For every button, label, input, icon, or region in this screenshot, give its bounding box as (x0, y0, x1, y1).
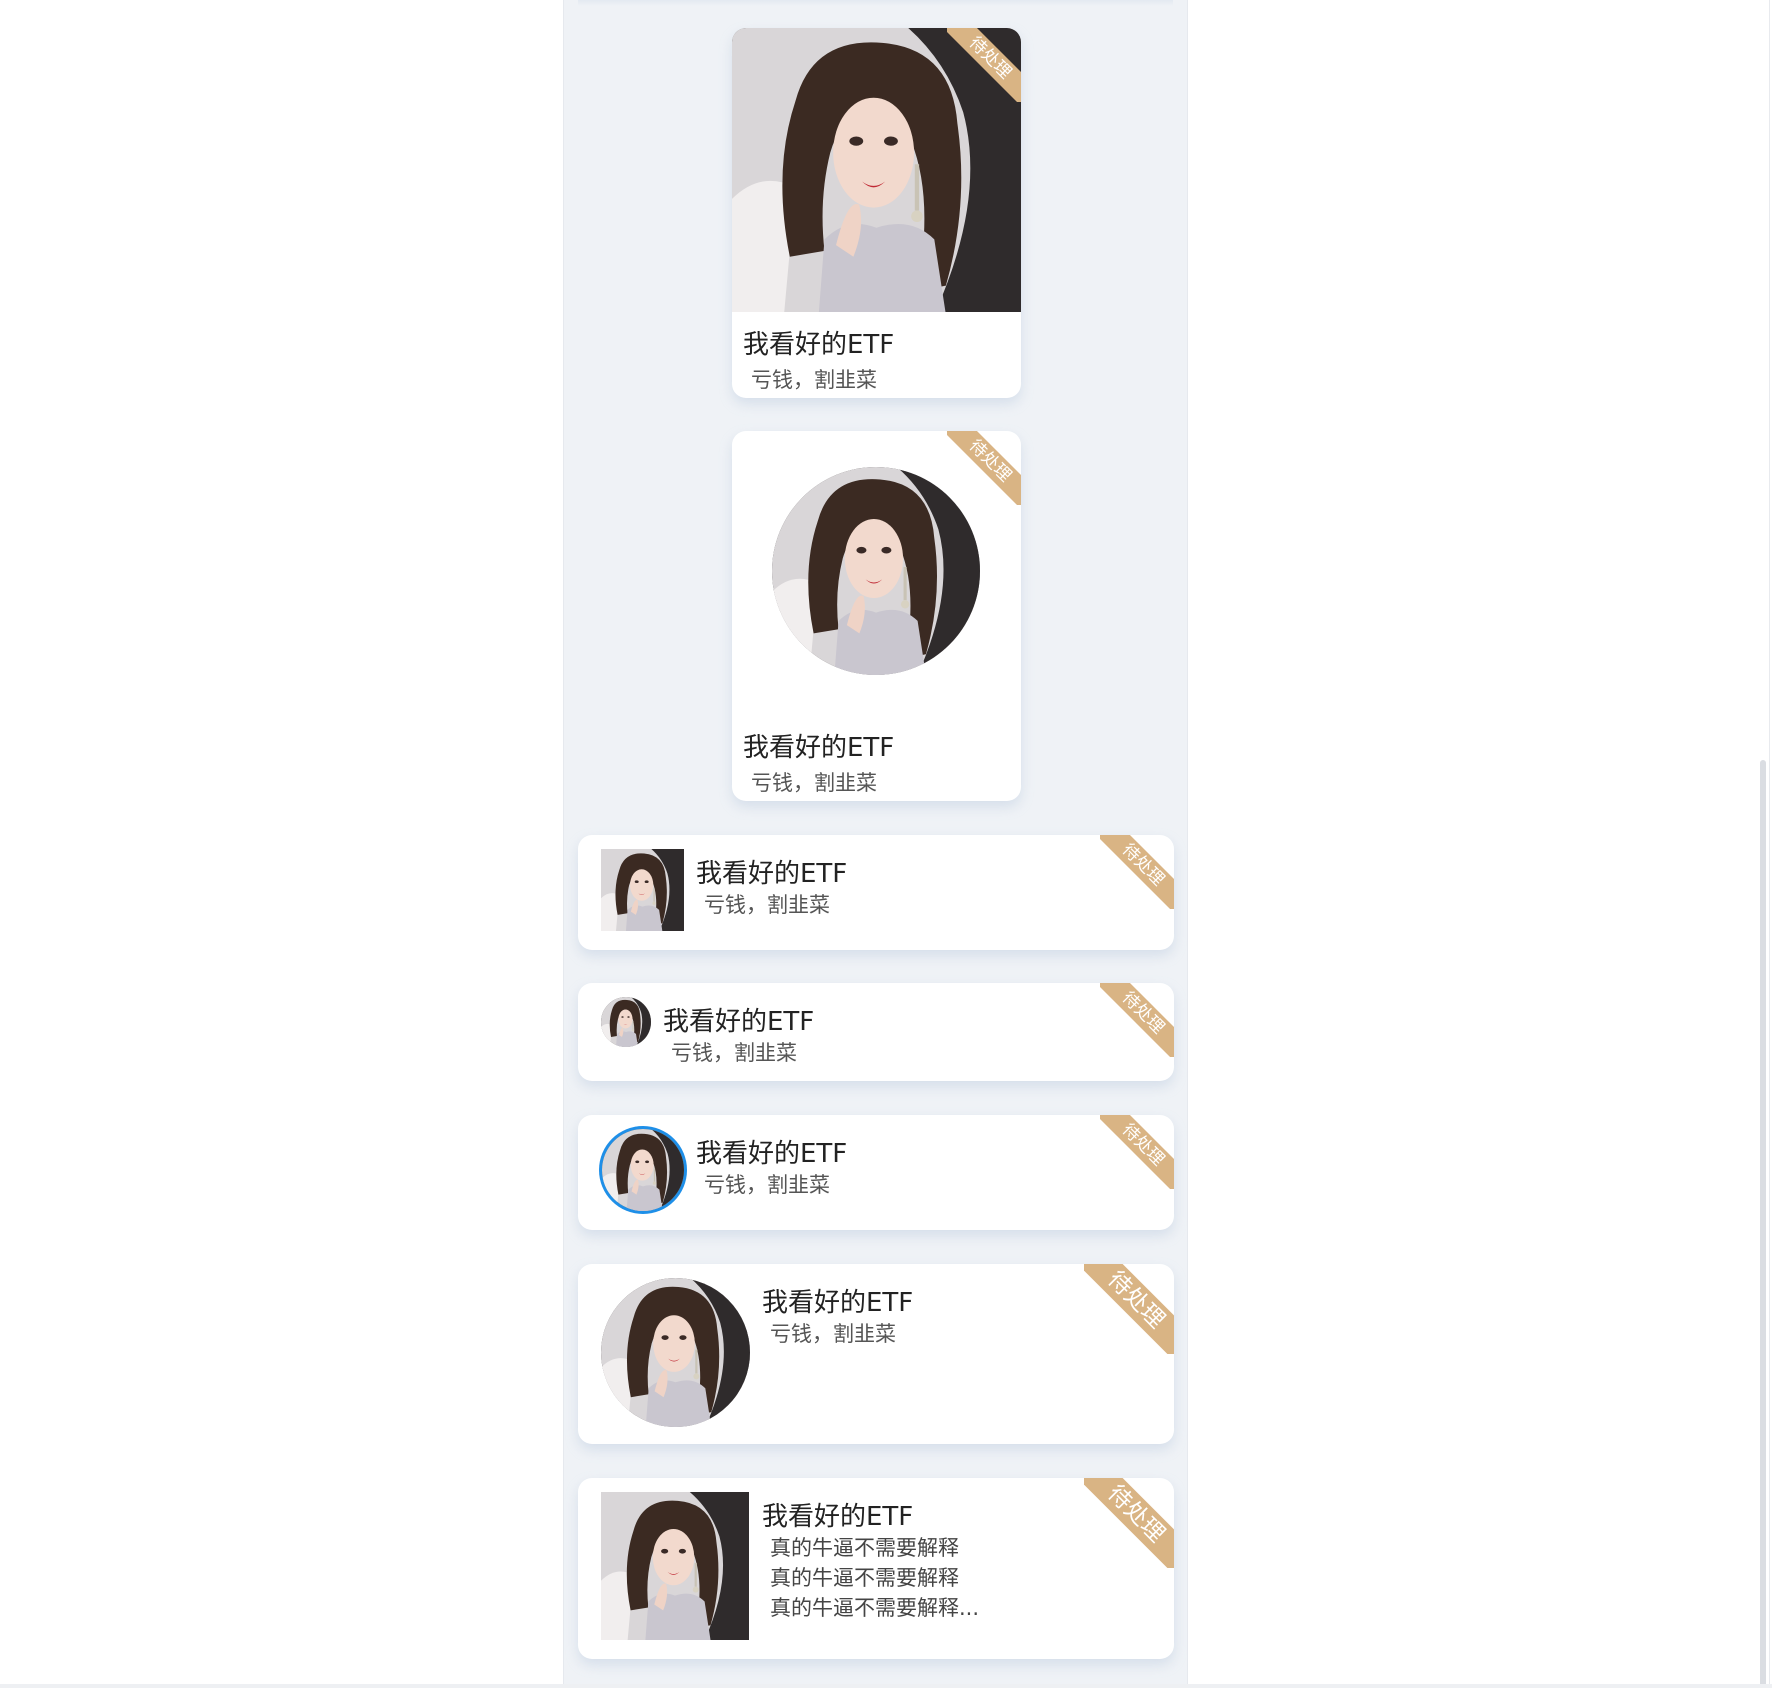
card-title: 我看好的ETF (696, 1139, 848, 1169)
status-badge: 待处理 (1100, 1115, 1174, 1189)
card-title: 我看好的ETF (762, 1502, 914, 1532)
avatar (602, 1129, 684, 1211)
status-badge-label: 待处理 (1100, 835, 1174, 909)
card-subtitle: 亏钱，割韭菜 (751, 368, 877, 392)
card-title: 我看好的ETF (696, 859, 848, 889)
avatar (601, 997, 651, 1047)
page: 待处理 我看好的ETF 亏钱，割韭菜 待处理 我看好的ETF 亏钱，割韭菜 待处… (0, 0, 1772, 1688)
status-badge: 待处理 (947, 431, 1021, 505)
status-badge-label: 待处理 (1100, 1115, 1174, 1189)
scrollbar-thumb[interactable] (1760, 760, 1766, 1688)
status-badge: 待处理 (1100, 983, 1174, 1057)
list-item[interactable]: 待处理 我看好的ETF 真的牛逼不需要解释 真的牛逼不需要解释 真的牛逼不需要解… (578, 1478, 1174, 1659)
status-badge: 待处理 (1084, 1478, 1174, 1568)
previous-card-shadow (578, 0, 1173, 6)
list-item[interactable]: 待处理 我看好的ETF 亏钱，割韭菜 (732, 28, 1021, 398)
status-badge: 待处理 (1084, 1264, 1174, 1354)
card-title: 我看好的ETF (762, 1288, 914, 1318)
list-item[interactable]: 待处理 我看好的ETF 亏钱，割韭菜 (578, 983, 1174, 1081)
card-description-line: 真的牛逼不需要解释 (770, 1566, 959, 1590)
card-title: 我看好的ETF (663, 1007, 815, 1037)
card-title: 我看好的ETF (743, 733, 895, 763)
card-subtitle: 亏钱，割韭菜 (751, 771, 877, 795)
status-badge: 待处理 (1100, 835, 1174, 909)
status-badge: 待处理 (947, 28, 1021, 102)
card-subtitle: 亏钱，割韭菜 (770, 1322, 896, 1346)
list-item[interactable]: 待处理 我看好的ETF 亏钱，割韭菜 (732, 431, 1021, 801)
bottom-divider (0, 1684, 1772, 1688)
avatar (601, 849, 684, 931)
card-subtitle: 亏钱，割韭菜 (704, 1173, 830, 1197)
card-description-line: 真的牛逼不需要解释 (770, 1536, 959, 1560)
avatar (601, 1278, 750, 1427)
card-description-line: 真的牛逼不需要解释... (770, 1596, 980, 1620)
status-badge-label: 待处理 (947, 431, 1021, 505)
status-badge-label: 待处理 (1084, 1264, 1174, 1354)
card-subtitle: 亏钱，割韭菜 (671, 1041, 797, 1065)
avatar (601, 1492, 749, 1640)
list-item[interactable]: 待处理 我看好的ETF 亏钱，割韭菜 (578, 835, 1174, 950)
list-item[interactable]: 待处理 我看好的ETF 亏钱，割韭菜 (578, 1115, 1174, 1230)
card-subtitle: 亏钱，割韭菜 (704, 893, 830, 917)
status-badge-label: 待处理 (1100, 983, 1174, 1057)
scrollbar-track (1769, 0, 1770, 1688)
status-badge-label: 待处理 (1084, 1478, 1174, 1568)
card-title: 我看好的ETF (743, 330, 895, 360)
list-item[interactable]: 待处理 我看好的ETF 亏钱，割韭菜 (578, 1264, 1174, 1444)
status-badge-label: 待处理 (947, 28, 1021, 102)
